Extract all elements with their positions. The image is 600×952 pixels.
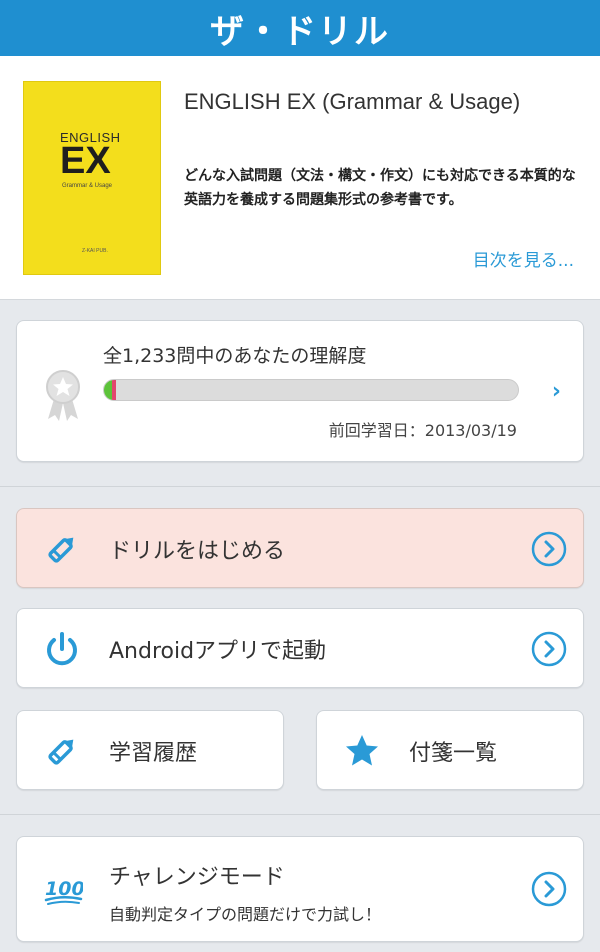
launch-android-label: Androidアプリで起動 — [109, 639, 327, 664]
progress-fill-correct — [104, 380, 113, 400]
cover-big-text: EX — [60, 140, 111, 182]
progress-fill-wrong — [112, 380, 116, 400]
start-drill-label: ドリルをはじめる — [109, 539, 286, 564]
book-cover: ENGLISH EX Grammar & Usage Z-KAI PUB. — [24, 82, 160, 274]
book-info-panel: ENGLISH EX Grammar & Usage Z-KAI PUB. EN… — [0, 56, 600, 300]
hundred-icon: 100 — [44, 878, 83, 905]
cover-subtitle: Grammar & Usage — [62, 183, 113, 189]
progress-bar — [103, 379, 519, 401]
chevron-right-icon[interactable]: › — [552, 379, 561, 404]
section-divider — [0, 814, 600, 815]
star-icon — [346, 735, 378, 766]
app-logo: ザ・ドリル — [210, 11, 390, 52]
challenge-mode-button[interactable]: 100 チャレンジモード 自動判定タイプの問題だけで力試し！ — [16, 836, 584, 942]
pencil-icon — [48, 537, 74, 563]
arrow-circle-icon — [531, 871, 567, 907]
bookmarks-button[interactable]: 付箋一覧 — [316, 710, 584, 790]
section-divider — [0, 486, 600, 487]
pencil-icon — [48, 739, 74, 765]
challenge-mode-subtitle: 自動判定タイプの問題だけで力試し！ — [109, 905, 382, 924]
progress-label: 全1,233問中のあなたの理解度 — [103, 345, 367, 367]
history-label: 学習履歴 — [109, 741, 198, 766]
history-button[interactable]: 学習履歴 — [16, 710, 284, 790]
power-icon — [47, 632, 77, 666]
progress-card[interactable]: 全1,233問中のあなたの理解度 前回学習日：2013/03/19 › — [16, 320, 584, 462]
book-title: ENGLISH EX (Grammar & Usage) — [184, 89, 521, 114]
app-header: ザ・ドリル — [0, 0, 600, 56]
medal-icon — [46, 370, 80, 421]
challenge-mode-label: チャレンジモード — [109, 865, 285, 890]
arrow-circle-icon — [531, 631, 567, 667]
bookmarks-label: 付箋一覧 — [409, 741, 498, 766]
launch-android-button[interactable]: Androidアプリで起動 — [16, 608, 584, 688]
book-description: どんな入試問題（文法・構文・作文）にも対応できる本質的な英語力を養成する問題集形… — [184, 168, 576, 208]
cover-publisher: Z-KAI PUB. — [82, 248, 108, 254]
start-drill-button[interactable]: ドリルをはじめる — [16, 508, 584, 588]
last-study-date: 前回学習日：2013/03/19 — [328, 421, 517, 440]
arrow-circle-icon — [531, 531, 567, 567]
toc-link[interactable]: 目次を見る... — [473, 246, 574, 271]
